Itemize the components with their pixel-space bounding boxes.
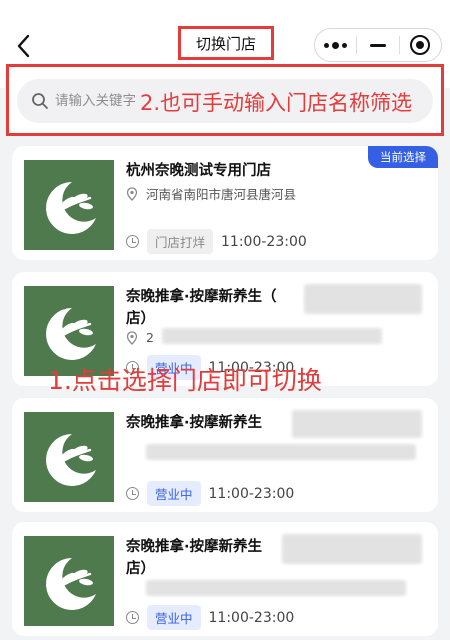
store-name-line2: 店） <box>126 561 155 577</box>
chevron-left-icon <box>17 34 30 58</box>
business-hours: 11:00-23:00 <box>208 485 295 502</box>
search-field[interactable] <box>17 79 433 123</box>
store-card[interactable]: 奈晚推拿·按摩新养生 营业中 11:00-23:00 <box>12 398 438 512</box>
store-status-row: 营业中 11:00-23:00 <box>126 605 294 630</box>
moon-leaf-logo-icon <box>46 558 96 610</box>
store-logo <box>24 412 114 502</box>
redacted-area <box>304 284 422 314</box>
minimize-button[interactable] <box>357 29 398 61</box>
store-status-row: 营业中 11:00-23:00 <box>126 481 294 506</box>
search-input[interactable] <box>55 79 155 123</box>
store-status-row: 门店打烊 11:00-23:00 <box>126 229 307 254</box>
clock-icon <box>126 487 139 500</box>
back-button[interactable] <box>12 32 36 60</box>
redacted-area <box>146 580 406 596</box>
store-name: 杭州奈晚测试专用门店 <box>126 163 271 179</box>
business-hours: 11:00-23:00 <box>221 233 307 250</box>
store-logo <box>24 160 114 250</box>
status-badge: 营业中 <box>147 355 201 380</box>
clock-icon <box>126 235 139 248</box>
store-address: 河南省南阳市唐河县唐河县 <box>126 184 296 203</box>
more-button[interactable] <box>315 29 356 61</box>
close-target-icon <box>410 35 431 55</box>
search-icon <box>32 93 48 109</box>
location-pin-icon <box>126 186 138 201</box>
redacted-area <box>282 534 422 564</box>
store-logo <box>24 536 114 626</box>
status-badge: 营业中 <box>147 481 201 506</box>
clock-icon <box>126 361 139 374</box>
store-address-text: 河南省南阳市唐河县唐河县 <box>146 187 297 202</box>
redacted-area <box>162 328 382 344</box>
moon-leaf-logo-icon <box>46 308 96 360</box>
status-badge: 门店打烊 <box>147 229 214 254</box>
store-name-line2: 店） <box>126 311 155 327</box>
store-status-row: 营业中 11:00-23:00 <box>126 355 294 380</box>
store-card[interactable]: 奈晚推拿·按摩新养生（ 店） 2 营业中 11:00-23:00 <box>12 272 438 386</box>
more-dots-icon <box>324 41 348 49</box>
minimize-icon <box>369 43 386 47</box>
page-title: 切换门店 <box>178 26 274 60</box>
close-miniprogram-button[interactable] <box>400 29 441 61</box>
clock-icon <box>126 611 139 624</box>
search-area <box>6 64 444 136</box>
store-name-line1: 奈晚推拿·按摩新养生 <box>126 539 263 555</box>
store-logo <box>24 286 114 376</box>
redacted-area <box>146 444 416 460</box>
store-name: 奈晚推拿·按摩新养生（ 店） <box>126 286 302 330</box>
redacted-area <box>292 410 422 438</box>
business-hours: 11:00-23:00 <box>208 359 295 376</box>
location-pin-icon <box>126 330 138 345</box>
miniprogram-capsule <box>314 28 442 62</box>
moon-leaf-logo-icon <box>46 434 96 486</box>
store-name: 奈晚推拿·按摩新养生 店） <box>126 536 302 580</box>
store-name-line1: 奈晚推拿·按摩新养生（ <box>126 289 277 305</box>
moon-leaf-logo-icon <box>46 182 96 234</box>
status-badge: 营业中 <box>147 605 201 630</box>
store-name: 奈晚推拿·按摩新养生 <box>126 415 263 431</box>
store-card[interactable]: 当前选择 杭州奈晚测试专用门店 河南省南阳市唐河县唐河县 门店打烊 11:00-… <box>12 146 438 260</box>
store-card[interactable]: 奈晚推拿·按摩新养生 店） 营业中 11:00-23:00 <box>12 522 438 636</box>
store-address-text: 2 <box>146 330 154 345</box>
store-address: 2 <box>126 330 154 345</box>
business-hours: 11:00-23:00 <box>208 609 295 626</box>
